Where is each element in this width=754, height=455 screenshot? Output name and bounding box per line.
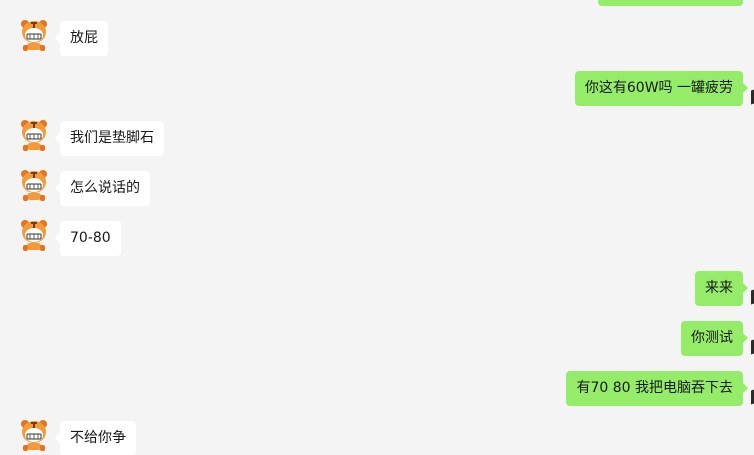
message-bubble[interactable]: 有70 80 我把电脑吞下去 <box>566 371 748 406</box>
message-bubble[interactable]: 70-80 <box>55 221 121 256</box>
message-bubble[interactable]: 我们是垫脚石 <box>55 121 164 156</box>
message-bubble[interactable]: 来来 <box>695 271 748 306</box>
message-bubble[interactable]: 怎么说话的 <box>55 171 150 206</box>
tiger-avatar-icon[interactable] <box>18 18 50 52</box>
tiger-avatar-icon[interactable] <box>18 168 50 202</box>
tiger-avatar-icon[interactable] <box>18 418 50 452</box>
chat-message-list[interactable]: 放屁 你这有60W吗 一罐疲劳 我们是垫脚石 怎么说话的 70-80 来来 你测… <box>0 0 754 455</box>
message-bubble[interactable]: 不给你争 <box>55 421 136 455</box>
message-bubble[interactable]: 你这有60W吗 一罐疲劳 <box>574 71 749 106</box>
message-bubble[interactable]: 放屁 <box>55 21 108 56</box>
tiger-avatar-icon[interactable] <box>18 118 50 152</box>
tiger-avatar-icon[interactable] <box>18 218 50 252</box>
message-bubble[interactable] <box>598 0 743 6</box>
message-bubble[interactable]: 你测试 <box>681 321 748 356</box>
